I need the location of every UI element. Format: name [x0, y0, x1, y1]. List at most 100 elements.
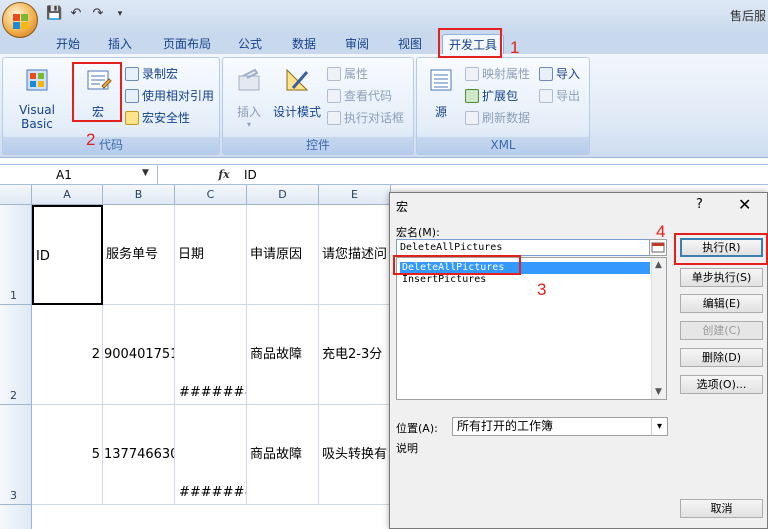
location-label: 位置(A): [396, 422, 438, 435]
delete-button[interactable]: 删除(D) [680, 348, 763, 367]
controls-group-label: 控件 [223, 137, 413, 154]
select-all-corner[interactable] [0, 185, 32, 205]
properties-button[interactable]: 属性 [327, 65, 368, 82]
import-icon [539, 66, 553, 81]
name-box-dropdown-icon[interactable]: ▼ [142, 168, 149, 178]
column-header-c[interactable]: C [175, 185, 247, 205]
location-select[interactable]: 所有打开的工作簿 ▾ [452, 417, 668, 436]
macro-security-button[interactable]: 宏安全性 [125, 109, 190, 126]
xml-group: 源 映射属性 扩展包 刷新数据 导入 导出 XML [416, 57, 590, 155]
column-header-b[interactable]: B [103, 185, 175, 205]
cell-b2[interactable]: 900401751 [103, 305, 175, 405]
row-header-2[interactable]: 2 [0, 305, 32, 405]
design-mode-button[interactable]: 设计模式 [271, 64, 323, 120]
options-button[interactable]: 选项(O)... [680, 375, 763, 394]
cell-d1[interactable]: 申请原因 [247, 205, 319, 305]
annotation-box-macro-item [393, 255, 521, 275]
cell-e3[interactable]: 吸头转换有 [319, 405, 391, 505]
cell-e1[interactable]: 请您描述问 [319, 205, 391, 305]
annotation-box-run-button [674, 233, 768, 265]
cell-d2[interactable]: 商品故障 [247, 305, 319, 405]
save-icon[interactable]: 💾 [46, 6, 62, 22]
refresh-data-button[interactable]: 刷新数据 [465, 109, 530, 126]
quick-access-toolbar: 💾 ↶ ↷ ▾ [46, 6, 128, 22]
insert-dropdown-icon: ▾ [246, 120, 251, 129]
office-button[interactable] [2, 2, 38, 38]
cell-b3[interactable]: 137746630 [103, 405, 175, 505]
cell-a1[interactable]: ID [32, 205, 103, 305]
redo-icon[interactable]: ↷ [90, 6, 106, 22]
row-header-1[interactable]: 1 [0, 205, 32, 305]
annotation-number-2: 2 [86, 130, 96, 149]
xml-source-button[interactable]: 源 [421, 64, 461, 120]
cell-c1[interactable]: 日期 [175, 205, 247, 305]
customize-icon[interactable]: ▾ [112, 6, 128, 22]
description-area [396, 460, 667, 522]
tab-home[interactable]: 开始 [48, 34, 88, 54]
tab-formulas[interactable]: 公式 [230, 34, 270, 54]
column-header-e[interactable]: E [319, 185, 391, 205]
visual-basic-icon [26, 69, 48, 91]
row-header-3[interactable]: 3 [0, 405, 32, 505]
map-properties-icon [465, 66, 479, 81]
use-relative-references-button[interactable]: 使用相对引用 [125, 87, 214, 104]
cell-d3[interactable]: 商品故障 [247, 405, 319, 505]
undo-icon[interactable]: ↶ [68, 6, 84, 22]
cell-c2[interactable]: ######## [175, 305, 247, 405]
cell-e2[interactable]: 充电2-3分 [319, 305, 391, 405]
insert-function-icon[interactable]: fx [212, 166, 236, 184]
toolbox-icon [238, 68, 260, 91]
list-scrollbar[interactable]: ▲ ▼ [651, 258, 666, 399]
insert-control-button[interactable]: 插入 ▾ [229, 64, 269, 129]
tab-data[interactable]: 数据 [284, 34, 324, 54]
view-code-button[interactable]: 查看代码 [327, 87, 392, 104]
scroll-down-icon[interactable]: ▼ [655, 387, 662, 397]
run-dialog-button[interactable]: 执行对话框 [327, 109, 404, 126]
macro-name-input[interactable]: DeleteAllPictures [396, 239, 656, 256]
tab-view[interactable]: 视图 [390, 34, 430, 54]
close-icon[interactable]: ✕ [738, 195, 751, 214]
map-properties-button[interactable]: 映射属性 [465, 65, 530, 82]
refresh-icon [465, 110, 479, 125]
annotation-number-1: 1 [510, 38, 520, 57]
cell-a2[interactable]: 2 [32, 305, 103, 405]
dialog-title: 宏 [396, 200, 409, 214]
tab-page-layout[interactable]: 页面布局 [156, 34, 218, 54]
row-header-4[interactable] [0, 505, 32, 529]
window-title: 售后服 [729, 9, 766, 23]
relative-reference-icon [125, 88, 139, 103]
cell-c3[interactable]: ######## [175, 405, 247, 505]
expansion-packs-button[interactable]: 扩展包 [465, 87, 518, 104]
export-button[interactable]: 导出 [539, 87, 580, 104]
help-icon[interactable]: ? [696, 197, 703, 212]
macro-list-item[interactable]: InsertPictures [400, 274, 488, 286]
cancel-button[interactable]: 取消 [680, 499, 763, 518]
scroll-up-icon[interactable]: ▲ [655, 260, 662, 270]
xml-group-label: XML [417, 137, 589, 154]
macro-name-label: 宏名(M): [396, 226, 440, 239]
visual-basic-button[interactable]: Visual Basic [5, 64, 69, 131]
formula-bar: A1 ▼ fx ID [0, 164, 768, 185]
edit-button[interactable]: 编辑(E) [680, 294, 763, 313]
cell-a3[interactable]: 5 [32, 405, 103, 505]
name-box[interactable]: A1 [0, 165, 158, 185]
column-header-d[interactable]: D [247, 185, 319, 205]
run-dialog-icon [327, 110, 341, 125]
formula-input[interactable]: ID [244, 165, 257, 185]
record-macro-button[interactable]: 录制宏 [125, 65, 178, 82]
macro-list[interactable]: DeleteAllPictures InsertPictures ▲ ▼ [396, 257, 667, 400]
record-macro-icon [125, 66, 139, 81]
import-button[interactable]: 导入 [539, 65, 580, 82]
expansion-packs-icon [465, 88, 479, 103]
chevron-down-icon[interactable]: ▾ [651, 418, 667, 435]
export-icon [539, 88, 553, 103]
cell-b1[interactable]: 服务单号 [103, 205, 175, 305]
annotation-number-4: 4 [656, 222, 666, 241]
create-button[interactable]: 创建(C) [680, 321, 763, 340]
tab-review[interactable]: 审阅 [337, 34, 377, 54]
xml-source-icon [430, 69, 452, 91]
tab-insert[interactable]: 插入 [100, 34, 140, 54]
range-picker-icon [651, 242, 665, 253]
step-into-button[interactable]: 单步执行(S) [680, 268, 763, 287]
column-header-a[interactable]: A [32, 185, 103, 205]
